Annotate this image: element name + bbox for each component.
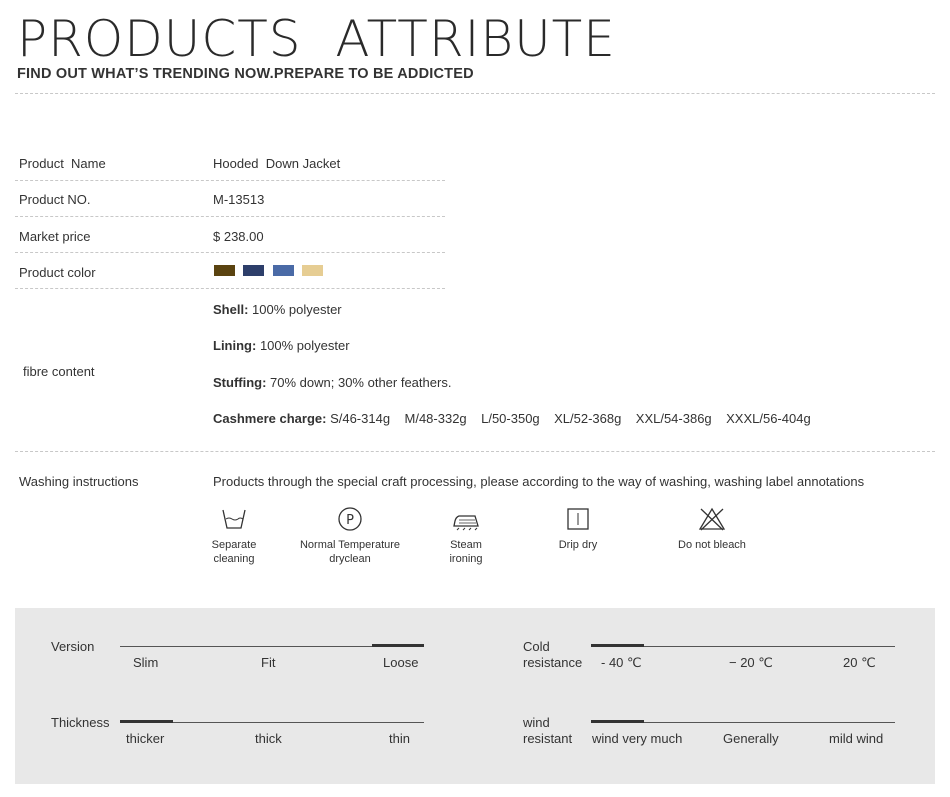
version-label: Version bbox=[51, 639, 95, 654]
wash-item-separate-cleaning: Separate cleaning bbox=[174, 506, 294, 566]
wash-item-line1: Drip dry bbox=[558, 539, 598, 551]
market-price-label: Market price bbox=[19, 229, 91, 244]
version-tick-fit: Fit bbox=[261, 655, 276, 670]
wash-item-line1: Do not bleach bbox=[678, 539, 746, 551]
row-divider bbox=[15, 288, 445, 289]
row-divider bbox=[15, 180, 445, 181]
wash-item-no-bleach: Do not bleach bbox=[652, 506, 772, 552]
cold-selected-marker bbox=[591, 644, 644, 647]
dryclean-p-icon: P bbox=[338, 507, 362, 531]
row-divider bbox=[15, 252, 445, 253]
wash-item-line1: Normal Temperature bbox=[299, 539, 401, 551]
fibre-lining-value: 100% polyester bbox=[256, 338, 350, 353]
wind-tick-mild: mild wind bbox=[829, 731, 884, 746]
wind-resistant-label: wind resistant bbox=[523, 715, 572, 747]
cold-tick-minus20: − 20 ℃ bbox=[729, 655, 773, 670]
cold-tick-20: 20 ℃ bbox=[843, 655, 876, 670]
svg-text:P: P bbox=[346, 513, 354, 528]
row-divider bbox=[15, 216, 445, 217]
fibre-cashmere: Cashmere charge: S/46-314g M/48-332g L/5… bbox=[213, 411, 811, 426]
fibre-shell-key: Shell: bbox=[213, 302, 249, 317]
wash-item-steam-ironing: Steam ironing bbox=[406, 506, 526, 566]
color-swatch-beige[interactable] bbox=[302, 265, 323, 276]
wash-item-line2: ironing bbox=[449, 553, 483, 565]
cold-tick-minus40: - 40 ℃ bbox=[601, 655, 642, 670]
cold-resistance-label: Cold resistance bbox=[523, 639, 582, 671]
market-price-value: $ 238.00 bbox=[213, 229, 264, 244]
fibre-stuffing-key: Stuffing: bbox=[213, 375, 267, 390]
header-divider bbox=[15, 93, 935, 94]
washing-description: Products through the special craft proce… bbox=[213, 474, 865, 489]
product-color-label: Product color bbox=[19, 265, 96, 280]
wind-label-line2: resistant bbox=[523, 731, 573, 746]
fit-scales-panel bbox=[15, 608, 935, 784]
version-tick-slim: Slim bbox=[133, 655, 159, 670]
page-subtitle: FIND OUT WHAT’S TRENDING NOW.PREPARE TO … bbox=[17, 66, 474, 82]
fibre-stuffing-value: 70% down; 30% other feathers. bbox=[266, 375, 452, 390]
wash-item-dryclean: P Normal Temperature dryclean bbox=[290, 506, 410, 566]
cold-label-line2: resistance bbox=[523, 655, 583, 670]
wash-item-line1: Steam bbox=[450, 539, 482, 551]
color-swatch-blue[interactable] bbox=[273, 265, 294, 276]
thickness-label: Thickness bbox=[51, 715, 110, 730]
section-divider bbox=[15, 451, 935, 452]
version-tick-loose: Loose bbox=[383, 655, 419, 670]
color-swatch-brown[interactable] bbox=[214, 265, 235, 276]
wash-item-drip-dry: Drip dry bbox=[518, 506, 638, 552]
wind-tick-very-much: wind very much bbox=[592, 731, 683, 746]
cold-label-line1: Cold bbox=[523, 639, 550, 654]
product-no-value: M-13513 bbox=[213, 192, 265, 207]
fibre-content-label: fibre content bbox=[23, 364, 95, 379]
wind-selected-marker bbox=[591, 720, 644, 723]
thickness-tick-thin: thin bbox=[389, 731, 410, 746]
fibre-shell-value: 100% polyester bbox=[248, 302, 342, 317]
no-bleach-icon bbox=[698, 507, 726, 531]
wash-item-line2: cleaning bbox=[213, 553, 255, 565]
drip-dry-icon bbox=[567, 508, 589, 530]
fibre-lining: Lining: 100% polyester bbox=[213, 338, 350, 353]
tub-icon bbox=[222, 509, 246, 529]
fibre-shell: Shell: 100% polyester bbox=[213, 302, 342, 317]
wash-item-line2: dryclean bbox=[329, 553, 371, 565]
wind-tick-generally: Generally bbox=[723, 731, 779, 746]
washing-instructions-label: Washing instructions bbox=[19, 474, 139, 489]
fibre-stuffing: Stuffing: 70% down; 30% other feathers. bbox=[213, 375, 451, 390]
steam-iron-icon bbox=[453, 515, 479, 531]
wash-item-line1: Separate bbox=[211, 539, 257, 551]
fibre-cashmere-key: Cashmere charge: bbox=[213, 411, 327, 426]
product-name-label: Product Name bbox=[19, 156, 106, 171]
thickness-tick-thick: thick bbox=[255, 731, 282, 746]
fibre-cashmere-value: S/46-314g M/48-332g L/50-350g XL/52-368g… bbox=[326, 411, 811, 426]
thickness-tick-thicker: thicker bbox=[126, 731, 165, 746]
thickness-selected-marker bbox=[120, 720, 173, 723]
fibre-lining-key: Lining: bbox=[213, 338, 257, 353]
product-no-label: Product NO. bbox=[19, 192, 91, 207]
product-name-value: Hooded Down Jacket bbox=[213, 156, 341, 171]
version-selected-marker bbox=[372, 644, 424, 647]
wind-label-line1: wind bbox=[523, 715, 550, 730]
page-title: PRODUCTS ATTRIBUTE bbox=[17, 10, 616, 68]
color-swatch-navy[interactable] bbox=[243, 265, 264, 276]
